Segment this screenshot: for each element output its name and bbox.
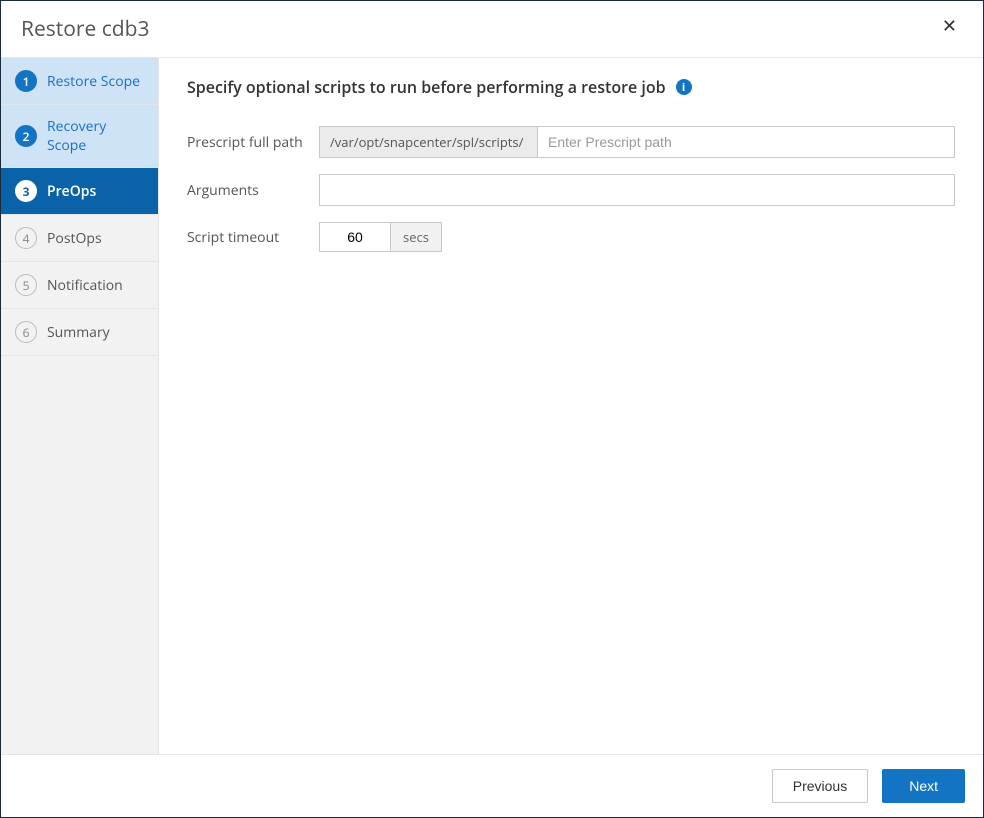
step-preops[interactable]: 3 PreOps: [1, 168, 158, 215]
restore-dialog: Restore cdb3 ✕ 1 Restore Scope 2 Recover…: [0, 0, 984, 818]
close-button[interactable]: ✕: [936, 15, 963, 37]
step-label: PreOps: [47, 182, 96, 201]
step-number: 1: [15, 70, 37, 92]
dialog-body: 1 Restore Scope 2 Recovery Scope 3 PreOp…: [1, 58, 983, 754]
prescript-path-group: /var/opt/snapcenter/spl/scripts/: [319, 126, 955, 158]
timeout-input[interactable]: [319, 222, 391, 252]
timeout-group: secs: [319, 222, 442, 252]
step-label: Recovery Scope: [47, 117, 144, 155]
step-number: 5: [15, 274, 37, 296]
prescript-label: Prescript full path: [187, 133, 319, 152]
step-recovery-scope[interactable]: 2 Recovery Scope: [1, 105, 158, 168]
main-pane: Specify optional scripts to run before p…: [159, 58, 983, 754]
step-number: 6: [15, 321, 37, 343]
previous-button[interactable]: Previous: [772, 769, 868, 803]
step-number: 3: [15, 180, 37, 202]
step-label: Summary: [47, 323, 110, 342]
step-number: 4: [15, 227, 37, 249]
pane-heading-text: Specify optional scripts to run before p…: [187, 76, 666, 98]
step-label: Restore Scope: [47, 72, 140, 91]
step-restore-scope[interactable]: 1 Restore Scope: [1, 58, 158, 105]
timeout-unit: secs: [391, 222, 442, 252]
steps-nav: 1 Restore Scope 2 Recovery Scope 3 PreOp…: [1, 58, 159, 754]
step-label: PostOps: [47, 229, 102, 248]
step-summary[interactable]: 6 Summary: [1, 309, 158, 356]
prescript-path-prefix: /var/opt/snapcenter/spl/scripts/: [320, 127, 538, 157]
step-label: Notification: [47, 276, 123, 295]
close-icon: ✕: [942, 16, 957, 36]
timeout-label: Script timeout: [187, 228, 319, 247]
row-prescript-path: Prescript full path /var/opt/snapcenter/…: [187, 126, 955, 158]
row-timeout: Script timeout secs: [187, 222, 955, 252]
step-number: 2: [15, 125, 37, 147]
step-notification[interactable]: 5 Notification: [1, 262, 158, 309]
step-postops[interactable]: 4 PostOps: [1, 215, 158, 262]
dialog-title: Restore cdb3: [21, 15, 149, 43]
arguments-label: Arguments: [187, 181, 319, 200]
row-arguments: Arguments: [187, 174, 955, 206]
dialog-header: Restore cdb3 ✕: [1, 1, 983, 58]
prescript-path-input[interactable]: [538, 127, 954, 157]
next-button[interactable]: Next: [882, 769, 965, 803]
pane-heading: Specify optional scripts to run before p…: [187, 76, 955, 98]
dialog-footer: Previous Next: [1, 754, 983, 817]
arguments-input[interactable]: [319, 174, 955, 206]
info-icon[interactable]: i: [676, 79, 692, 95]
